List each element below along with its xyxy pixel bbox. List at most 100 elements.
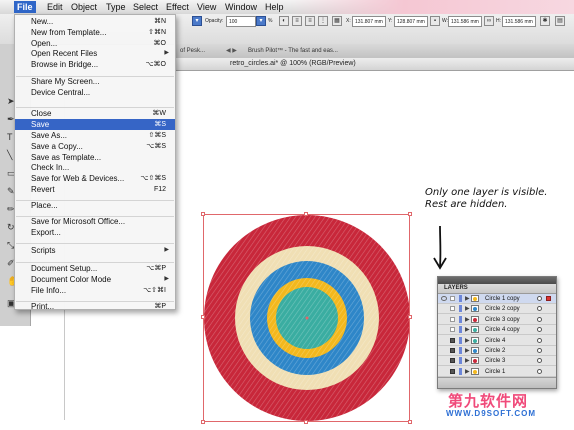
menu-item-export[interactable]: Export... [15, 227, 175, 238]
menu-item-file-info[interactable]: File Info... ⌥⇧⌘I [15, 285, 175, 296]
target-circle-icon[interactable] [537, 296, 542, 301]
layer-row[interactable]: ▶ Circle 1 [438, 367, 556, 377]
target-circle-icon[interactable] [537, 358, 542, 364]
expand-triangle-icon[interactable]: ▶ [465, 304, 470, 314]
lock-icon[interactable] [450, 316, 455, 322]
handle-left[interactable] [201, 315, 205, 319]
distribute-icon[interactable]: ⋮ [318, 16, 328, 26]
expand-triangle-icon[interactable]: ▶ [465, 325, 470, 335]
menu-view[interactable]: View [194, 1, 219, 13]
lock-icon[interactable] [450, 296, 455, 301]
selection-bounding-box[interactable] [201, 212, 412, 424]
handle-right[interactable] [408, 315, 412, 319]
menu-item-save-as[interactable]: Save As... ⇧⌘S [15, 130, 175, 141]
expand-triangle-icon[interactable]: ▶ [465, 356, 470, 366]
menu-item-print[interactable]: Print... ⌘P [15, 301, 175, 312]
tab-peskov[interactable]: of Pesk... [176, 46, 209, 57]
visibility-toggle[interactable] [441, 327, 447, 332]
menu-item-scripts[interactable]: Scripts ▶ [15, 245, 175, 256]
menu-effect[interactable]: Effect [163, 1, 192, 13]
expand-triangle-icon[interactable]: ▶ [465, 336, 470, 346]
visibility-toggle[interactable] [441, 358, 447, 363]
menu-item-browse-in-bridge[interactable]: Browse in Bridge... ⌥⌘O [15, 59, 175, 70]
target-circle-icon[interactable] [537, 337, 542, 343]
handle-bottom-left[interactable] [201, 420, 205, 424]
layer-row[interactable]: ▶ Circle 2 [438, 346, 556, 356]
menu-edit[interactable]: Edit [44, 1, 66, 13]
menu-item-save-a-copy[interactable]: Save a Copy... ⌥⌘S [15, 141, 175, 152]
menu-item-open-recent-files[interactable]: Open Recent Files ▶ [15, 48, 175, 59]
expand-triangle-icon[interactable]: ▶ [465, 315, 470, 325]
panel-menu-icon[interactable]: ▤ [555, 16, 565, 26]
expand-triangle-icon[interactable]: ▶ [465, 294, 470, 304]
reference-point-icon[interactable]: ▪ [430, 16, 440, 26]
handle-top-left[interactable] [201, 212, 205, 216]
visibility-eye-icon[interactable] [441, 296, 447, 301]
layer-row[interactable]: ▶ Circle 3 copy [438, 315, 556, 325]
menu-item-new[interactable]: New... ⌘N [15, 16, 175, 27]
menu-item-document-setup[interactable]: Document Setup... ⌥⌘P [15, 263, 175, 274]
menu-item-check-in[interactable]: Check In... [15, 162, 175, 173]
w-field[interactable]: 131.586 mm [448, 16, 482, 27]
menu-help[interactable]: Help [262, 1, 287, 13]
handle-bottom[interactable] [304, 420, 308, 424]
menu-item-share-my-screen[interactable]: Share My Screen... [15, 76, 175, 87]
layer-row[interactable]: ▶ Circle 2 copy [438, 304, 556, 315]
layers-panel-header[interactable] [438, 277, 556, 284]
menu-item-new-from-template[interactable]: New from Template... ⇧⌘N [15, 27, 175, 38]
layer-row[interactable]: ▶ Circle 3 [438, 356, 556, 367]
visibility-toggle[interactable] [441, 338, 447, 343]
menu-item-place[interactable]: Place... [15, 200, 175, 211]
lock-icon[interactable] [450, 368, 455, 374]
lock-icon[interactable] [450, 337, 455, 343]
transform-icon[interactable]: ▦ [332, 16, 342, 26]
menu-select[interactable]: Select [130, 1, 161, 13]
menu-item-revert[interactable]: Revert F12 [15, 184, 175, 195]
tab-brush-pilot[interactable]: Brush Pilot™ - The fast and eas... [244, 46, 342, 57]
target-circle-icon[interactable] [537, 368, 542, 374]
stroke-dropdown-icon[interactable]: ▾ [192, 16, 202, 26]
lock-icon[interactable] [450, 348, 455, 353]
x-field[interactable]: 131.807 mm [352, 16, 386, 27]
menu-item-document-color-mode[interactable]: Document Color Mode ▶ [15, 274, 175, 285]
target-circle-icon[interactable] [537, 316, 542, 322]
handle-bottom-right[interactable] [408, 420, 412, 424]
lock-icon[interactable] [450, 327, 455, 333]
visibility-toggle[interactable] [441, 369, 447, 374]
constrain-icon[interactable]: ∞ [484, 16, 494, 26]
target-circle-icon[interactable] [537, 306, 542, 312]
transform-options-icon[interactable]: ✱ [540, 16, 550, 26]
target-circle-icon[interactable] [537, 348, 542, 353]
menu-object[interactable]: Object [68, 1, 100, 13]
menu-item-save-for-microsoft-office[interactable]: Save for Microsoft Office... [15, 216, 175, 227]
menu-file[interactable]: File [14, 1, 36, 13]
align-icon[interactable]: ≡ [292, 16, 302, 26]
menu-item-save-for-web-devices[interactable]: Save for Web & Devices... ⌥⇧⌘S [15, 173, 175, 184]
menu-type[interactable]: Type [103, 1, 129, 13]
visibility-toggle[interactable] [441, 306, 447, 311]
opacity-field[interactable]: 100 [226, 16, 256, 27]
layer-row[interactable]: ▶ Circle 1 copy [438, 294, 556, 304]
align-center-icon[interactable]: ≡ [305, 16, 315, 26]
opacity-dropdown-icon[interactable]: ▾ [256, 16, 266, 26]
nav-arrows-icon[interactable]: ◀ ▶ [222, 46, 241, 57]
menu-window[interactable]: Window [222, 1, 260, 13]
layers-tab[interactable]: LAYERS [438, 284, 556, 294]
y-field[interactable]: 128.807 mm [394, 16, 428, 27]
visibility-toggle[interactable] [441, 317, 447, 322]
recolor-icon[interactable]: ◐ [279, 16, 289, 26]
expand-triangle-icon[interactable]: ▶ [465, 367, 470, 377]
layer-row[interactable]: ▶ Circle 4 [438, 336, 556, 346]
layer-row[interactable]: ▶ Circle 4 copy [438, 325, 556, 336]
menu-item-device-central[interactable]: Device Central... [15, 87, 175, 98]
lock-icon[interactable] [450, 306, 455, 312]
target-circle-icon[interactable] [537, 327, 542, 333]
handle-top-right[interactable] [408, 212, 412, 216]
menu-item-close[interactable]: Close ⌘W [15, 108, 175, 119]
lock-icon[interactable] [450, 358, 455, 364]
handle-top[interactable] [304, 212, 308, 216]
menu-item-save[interactable]: Save ⌘S [15, 119, 175, 130]
h-field[interactable]: 131.586 mm [502, 16, 536, 27]
visibility-toggle[interactable] [441, 348, 447, 353]
expand-triangle-icon[interactable]: ▶ [465, 346, 470, 356]
